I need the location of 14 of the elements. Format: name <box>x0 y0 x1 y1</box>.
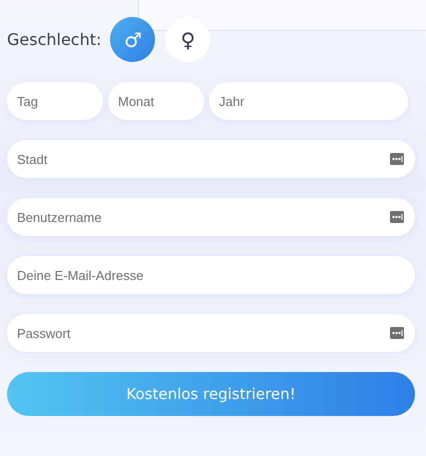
gender-button[interactable]: ♂ <box>110 17 156 62</box>
date-field[interactable]: Monat <box>108 82 204 120</box>
input-field[interactable]: Benutzername <box>7 198 415 236</box>
register-button[interactable]: Kostenlos registrieren! <box>7 372 415 416</box>
input-field[interactable]: Passwort <box>7 314 415 352</box>
password-manager-icon[interactable] <box>390 153 404 165</box>
gender-button[interactable]: ♀ <box>165 17 210 62</box>
input-field[interactable]: Stadt <box>7 140 415 178</box>
input-field[interactable]: Deine E-Mail-Adresse <box>7 256 415 294</box>
password-manager-icon[interactable] <box>390 327 404 339</box>
password-manager-icon[interactable] <box>390 211 404 223</box>
date-field[interactable]: Jahr <box>209 82 408 120</box>
gender-label: Geschlecht: <box>7 30 102 49</box>
date-field[interactable]: Tag <box>7 82 103 120</box>
